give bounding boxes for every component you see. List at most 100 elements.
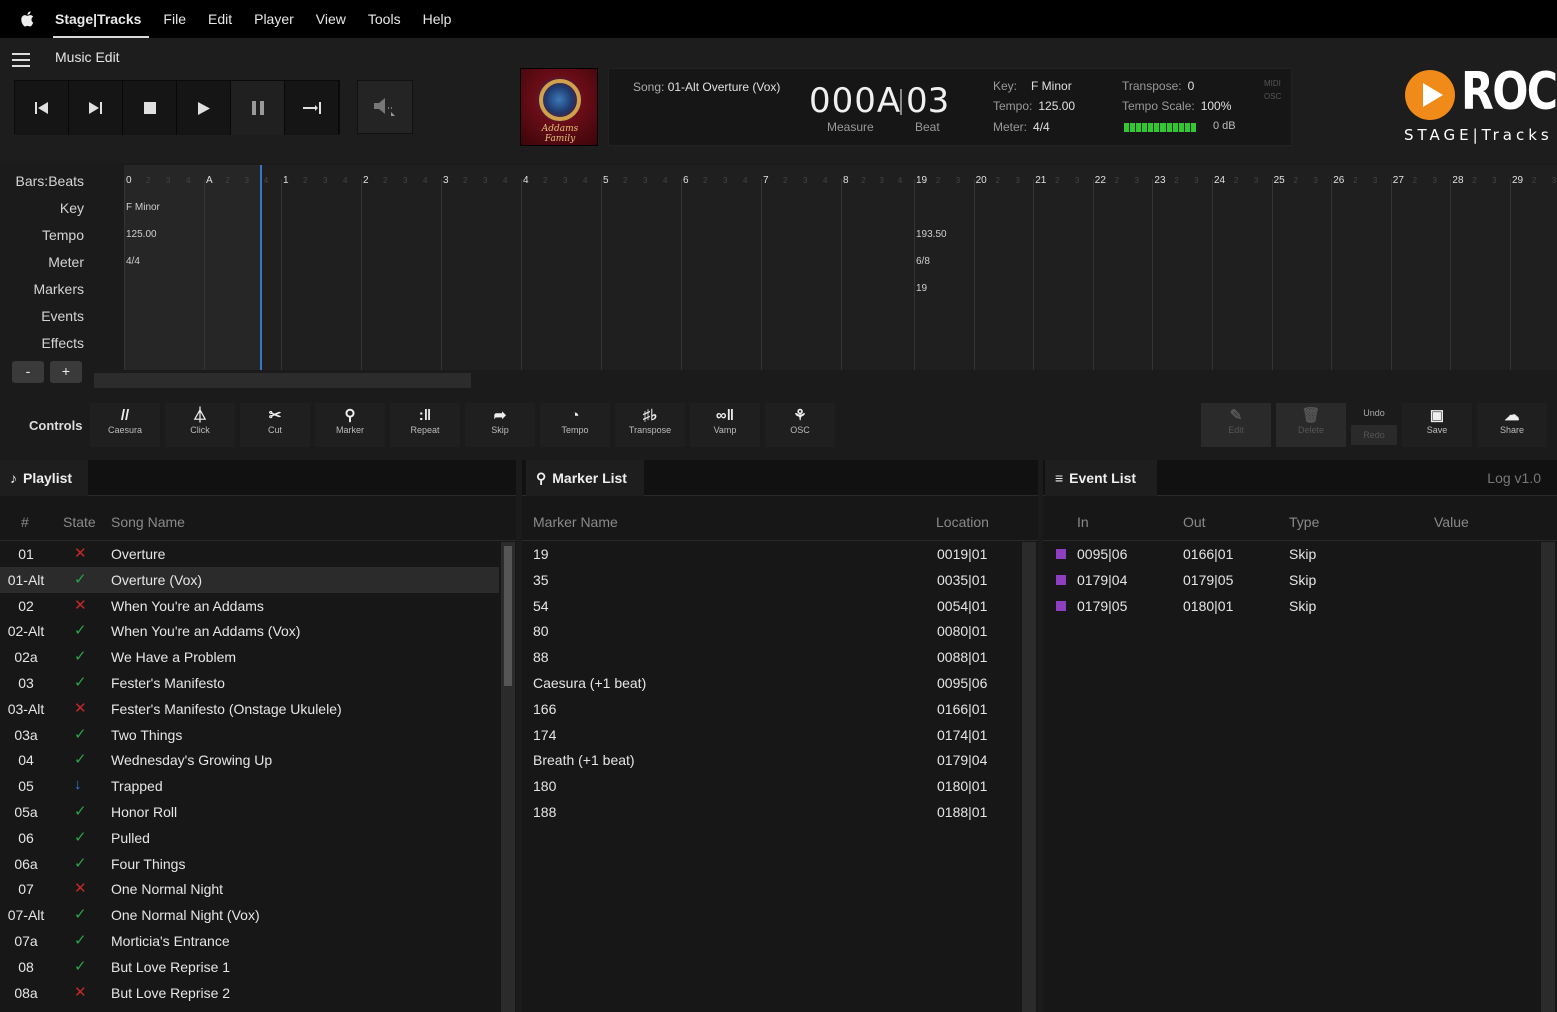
- marker-row[interactable]: 88 0088|01: [522, 644, 1020, 670]
- menu-view[interactable]: View: [316, 11, 346, 27]
- playlist-row[interactable]: 05a ✓ Honor Roll: [0, 799, 499, 825]
- marker-row[interactable]: 180 0180|01: [522, 773, 1020, 799]
- playlist-row[interactable]: 08 ✓ But Love Reprise 1: [0, 954, 499, 980]
- skip-to-start-button[interactable]: [15, 81, 69, 135]
- playlist-row[interactable]: 06a ✓ Four Things: [0, 851, 499, 877]
- playlist-row[interactable]: 02a ✓ We Have a Problem: [0, 644, 499, 670]
- share-button[interactable]: ☁ Share: [1477, 403, 1547, 447]
- menu-help[interactable]: Help: [423, 11, 452, 27]
- col-song-name[interactable]: Song Name: [111, 514, 185, 530]
- event-row[interactable]: 0179|04 0179|05 Skip: [1043, 567, 1539, 593]
- osc-button[interactable]: ⚘ OSC: [765, 403, 835, 447]
- playhead-cursor[interactable]: [260, 165, 262, 370]
- playlist-row[interactable]: 08a ✕ But Love Reprise 2: [0, 980, 499, 1006]
- key-readout: Key: F Minor: [993, 79, 1072, 93]
- timeline-cell[interactable]: F Minor: [126, 202, 160, 213]
- marker-row[interactable]: 166 0166|01: [522, 696, 1020, 722]
- transport-header: Music Edit Addams Family Song: 01-Alt Ov…: [0, 38, 1557, 163]
- playlist-row[interactable]: 03 ✓ Fester's Manifesto: [0, 670, 499, 696]
- delete-button[interactable]: 🗑 Delete: [1276, 403, 1346, 447]
- playlist-scrollbar[interactable]: [501, 542, 515, 1012]
- redo-button[interactable]: Redo: [1351, 425, 1397, 445]
- app-menu[interactable]: Stage|Tracks: [52, 11, 150, 38]
- tab-event-list[interactable]: ≡ Event List: [1045, 460, 1157, 496]
- transpose-button[interactable]: ♯♭ Transpose: [615, 403, 685, 447]
- playlist-row[interactable]: 06 ✓ Pulled: [0, 825, 499, 851]
- timeline-cell[interactable]: 6/8: [916, 256, 930, 267]
- zoom-in-button[interactable]: +: [50, 361, 82, 383]
- apple-icon[interactable]: [18, 9, 38, 29]
- click-button[interactable]: ⏃ Click: [165, 403, 235, 447]
- tab-marker-list[interactable]: ⚲ Marker List: [526, 460, 644, 496]
- vamp-button[interactable]: ∞‖ Vamp: [690, 403, 760, 447]
- bar-line: [914, 179, 915, 370]
- marker-row[interactable]: 80 0080|01: [522, 618, 1020, 644]
- col-value[interactable]: Value: [1434, 514, 1469, 530]
- jump-to-end-button[interactable]: [285, 81, 339, 135]
- marker-row[interactable]: Caesura (+1 beat) 0095|06: [522, 670, 1020, 696]
- marker-scrollbar[interactable]: [1022, 542, 1036, 1012]
- col-out[interactable]: Out: [1183, 514, 1206, 530]
- playlist-row[interactable]: 04 ✓ Wednesday's Growing Up: [0, 747, 499, 773]
- event-scrollbar[interactable]: [1541, 542, 1555, 1012]
- timeline-cell[interactable]: 19: [916, 283, 927, 294]
- hamburger-menu-icon[interactable]: [12, 53, 30, 67]
- playlist-row[interactable]: 02-Alt ✓ When You're an Addams (Vox): [0, 618, 499, 644]
- beat-tick: 4: [743, 176, 748, 185]
- col-state[interactable]: State: [63, 514, 96, 530]
- event-row[interactable]: 0095|06 0166|01 Skip: [1043, 541, 1539, 567]
- col-in[interactable]: In: [1077, 514, 1089, 530]
- playlist-row[interactable]: 02 ✕ When You're an Addams: [0, 593, 499, 619]
- playlist-row[interactable]: 07a ✓ Morticia's Entrance: [0, 928, 499, 954]
- marker-row[interactable]: Breath (+1 beat) 0179|04: [522, 747, 1020, 773]
- undo-button[interactable]: Undo: [1351, 403, 1397, 423]
- playlist-row[interactable]: 01-Alt ✓ Overture (Vox): [0, 566, 499, 593]
- marker-row[interactable]: 35 0035|01: [522, 567, 1020, 593]
- marker-row[interactable]: 54 0054|01: [522, 593, 1020, 619]
- tempo-button[interactable]: ◔ Tempo: [540, 403, 610, 447]
- event-row[interactable]: 0179|05 0180|01 Skip: [1043, 593, 1539, 619]
- caesura-button[interactable]: //Caesura: [90, 403, 160, 447]
- zoom-out-button[interactable]: -: [12, 361, 44, 383]
- measure-counter: 000A: [809, 81, 902, 121]
- skip-button[interactable]: ➦ Skip: [465, 403, 535, 447]
- marker-row[interactable]: 188 0188|01: [522, 799, 1020, 825]
- volume-button[interactable]: [357, 80, 413, 134]
- stop-button[interactable]: [123, 81, 177, 135]
- timeline-cell[interactable]: 4/4: [126, 256, 140, 267]
- repeat-button[interactable]: :‖ Repeat: [390, 403, 460, 447]
- playlist-row[interactable]: 05 ↓ Trapped: [0, 773, 499, 799]
- playlist-row[interactable]: 01 ✕ Overture: [0, 541, 499, 567]
- menu-tools[interactable]: Tools: [368, 11, 401, 27]
- bar-number: 24: [1214, 175, 1226, 186]
- marker-button[interactable]: ⚲ Marker: [315, 403, 385, 447]
- save-button[interactable]: ▣ Save: [1402, 403, 1472, 447]
- playlist-row[interactable]: 03-Alt ✕ Fester's Manifesto (Onstage Ukule…: [0, 696, 499, 722]
- menu-file[interactable]: File: [163, 11, 186, 27]
- cross-icon: ✕: [74, 880, 87, 898]
- playlist-row[interactable]: 07-Alt ✓ One Normal Night (Vox): [0, 902, 499, 928]
- timeline-grid[interactable]: 0234A23412342234323442345234623472348234…: [124, 165, 1557, 370]
- pause-button[interactable]: [231, 81, 285, 135]
- menu-edit[interactable]: Edit: [208, 11, 232, 27]
- cut-button[interactable]: ✂ Cut: [240, 403, 310, 447]
- col-num[interactable]: #: [21, 514, 29, 530]
- col-type[interactable]: Type: [1289, 514, 1319, 530]
- beat-tick: 2: [543, 176, 548, 185]
- tab-playlist[interactable]: ♪ Playlist: [0, 460, 88, 496]
- timeline-scrollbar[interactable]: [94, 373, 471, 388]
- beat-tick: 3: [1372, 176, 1378, 185]
- edit-button[interactable]: ✎ Edit: [1201, 403, 1271, 447]
- play-button[interactable]: [177, 81, 231, 135]
- timeline-cell[interactable]: 193.50: [916, 229, 947, 240]
- playlist-row[interactable]: 03a ✓ Two Things: [0, 722, 499, 748]
- menu-player[interactable]: Player: [254, 11, 294, 27]
- timeline-cell[interactable]: 125.00: [126, 229, 157, 240]
- col-location[interactable]: Location: [936, 514, 989, 530]
- bar-line: [1510, 179, 1511, 370]
- marker-row[interactable]: 174 0174|01: [522, 722, 1020, 748]
- next-button[interactable]: [69, 81, 123, 135]
- col-marker-name[interactable]: Marker Name: [533, 514, 618, 530]
- playlist-row[interactable]: 07 ✕ One Normal Night: [0, 876, 499, 902]
- marker-row[interactable]: 19 0019|01: [522, 541, 1020, 567]
